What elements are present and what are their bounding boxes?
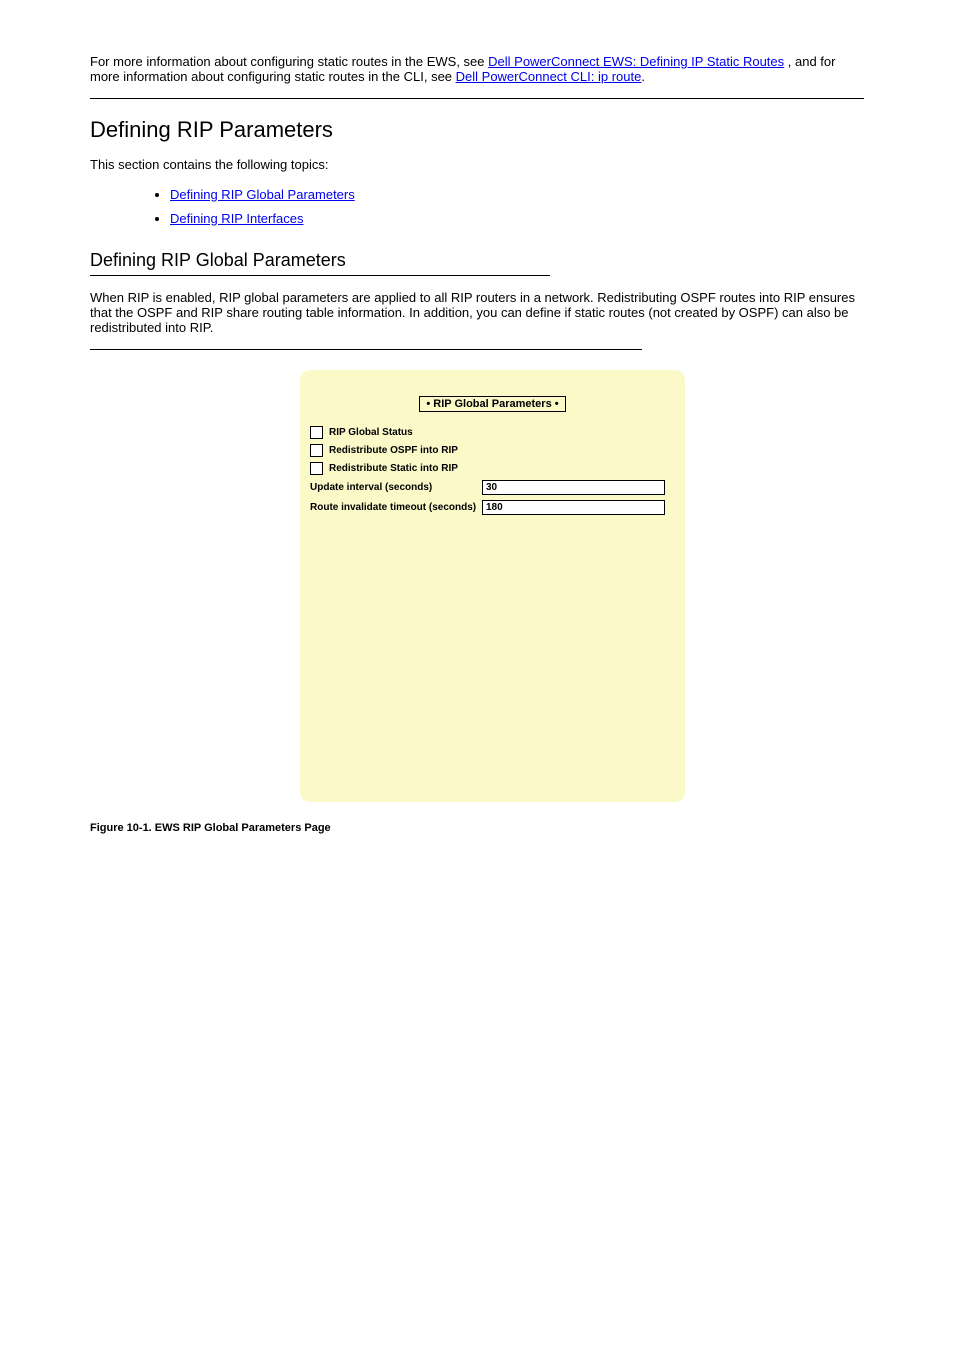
checkbox-redistribute-ospf[interactable] <box>310 444 323 457</box>
checkbox-redistribute-static[interactable] <box>310 462 323 475</box>
subsection-heading: Defining RIP Global Parameters <box>90 250 864 271</box>
figure-divider-top <box>90 349 642 350</box>
topic-list: Defining RIP Global Parameters Defining … <box>90 186 864 228</box>
label-redistribute-ospf: Redistribute OSPF into RIP <box>329 445 501 456</box>
intro-paragraph: For more information about configuring s… <box>90 54 864 84</box>
label-route-invalidate: Route invalidate timeout (seconds) <box>310 502 482 513</box>
link-ews-static-routes[interactable]: Dell PowerConnect EWS: Defining IP Stati… <box>488 54 784 69</box>
list-item: Defining RIP Interfaces <box>170 210 864 228</box>
panel-title-box: • RIP Global Parameters • <box>310 394 675 412</box>
para1-before: For more information about configuring s… <box>90 54 488 69</box>
row-route-invalidate: Route invalidate timeout (seconds) 180 <box>310 500 675 515</box>
section-intro: This section contains the following topi… <box>90 157 864 172</box>
link-rip-interfaces[interactable]: Defining RIP Interfaces <box>170 211 303 226</box>
link-cli-ip-route[interactable]: Dell PowerConnect CLI: ip route <box>456 69 642 84</box>
input-route-invalidate[interactable]: 180 <box>482 500 665 515</box>
section-divider <box>90 98 864 99</box>
subsection-para: When RIP is enabled, RIP global paramete… <box>90 290 864 335</box>
panel-title-text: • RIP Global Parameters • <box>419 396 565 412</box>
input-update-interval[interactable]: 30 <box>482 480 665 495</box>
para1-end: . <box>641 69 645 84</box>
subsection-divider <box>90 275 550 276</box>
row-redistribute-ospf: Redistribute OSPF into RIP <box>310 444 675 457</box>
row-rip-global-status: RIP Global Status <box>310 426 675 439</box>
figure-caption: Figure 10-1. EWS RIP Global Parameters P… <box>90 822 864 834</box>
row-redistribute-static: Redistribute Static into RIP <box>310 462 675 475</box>
checkbox-rip-status[interactable] <box>310 426 323 439</box>
list-item: Defining RIP Global Parameters <box>170 186 864 204</box>
section-heading: Defining RIP Parameters <box>90 117 864 143</box>
rip-global-parameters-panel: • RIP Global Parameters • RIP Global Sta… <box>300 370 685 802</box>
label-rip-status: RIP Global Status <box>329 427 501 438</box>
link-rip-global[interactable]: Defining RIP Global Parameters <box>170 187 355 202</box>
label-redistribute-static: Redistribute Static into RIP <box>329 463 501 474</box>
row-update-interval: Update interval (seconds) 30 <box>310 480 675 495</box>
label-update-interval: Update interval (seconds) <box>310 482 482 493</box>
